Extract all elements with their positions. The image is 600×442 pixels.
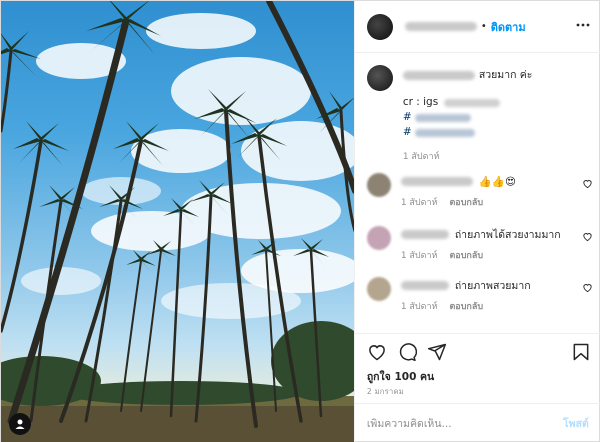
post-header: • ติดตาม — [354, 1, 600, 53]
caption-author-avatar[interactable] — [366, 65, 393, 91]
author-username-redacted[interactable] — [404, 22, 477, 31]
author-avatar[interactable] — [366, 13, 393, 40]
comment-text: ถ่ายภาพสวยมาก — [454, 279, 531, 292]
tagged-user-badge[interactable] — [9, 413, 31, 435]
post-date: 2 มกราคม — [366, 387, 405, 396]
comment-input[interactable] — [366, 417, 527, 430]
comment-text: ถ่ายภาพได้สวยงามมาก — [454, 228, 561, 241]
commenter-username-redacted[interactable] — [400, 176, 473, 186]
more-options-icon[interactable] — [575, 17, 591, 33]
comment-item: 👍👍😍 1 สัปดาห์ ตอบกลับ — [366, 173, 593, 209]
post-photo[interactable] — [1, 1, 354, 442]
action-bar — [367, 342, 447, 362]
comment-text: 👍👍😍 — [478, 175, 516, 188]
post-comment-button[interactable]: โพสต์ — [563, 415, 589, 432]
reply-button[interactable]: ตอบกลับ — [449, 248, 483, 262]
caption-credit: cr : igs — [402, 96, 439, 108]
palm-trees-photo — [1, 1, 354, 442]
post-caption: สวยมาก ค่ะ cr : igs # # 1 สัปดาห์ — [366, 65, 593, 165]
hashtag-1-redacted[interactable] — [414, 113, 471, 122]
comment-item: ถ่ายภาพสวยมาก 1 สัปดาห์ ตอบกลับ — [366, 277, 593, 313]
hashtag-link-2[interactable]: # — [403, 125, 412, 140]
comment-time[interactable]: 1 สัปดาห์ — [401, 299, 438, 313]
reply-button[interactable]: ตอบกลับ — [449, 299, 483, 313]
comment-time[interactable]: 1 สัปดาห์ — [401, 248, 438, 262]
commenter-avatar[interactable] — [366, 226, 391, 250]
follow-button[interactable]: ติดตาม — [491, 18, 526, 36]
caption-username-redacted[interactable] — [402, 70, 475, 80]
separator-dot: • — [480, 21, 487, 32]
caption-text: สวยมาก ค่ะ — [478, 68, 533, 81]
user-icon — [15, 419, 25, 429]
share-icon[interactable] — [427, 342, 447, 362]
add-comment-bar: โพสต์ — [354, 403, 600, 442]
commenter-avatar[interactable] — [366, 173, 391, 197]
credit-redacted — [444, 98, 501, 107]
like-comment-heart-icon[interactable] — [582, 231, 593, 242]
commenter-avatar[interactable] — [366, 277, 391, 301]
instagram-post: • ติดตาม สวยมาก ค่ะ cr : igs # # 1 สัปดา… — [0, 0, 600, 442]
reply-button[interactable]: ตอบกลับ — [449, 195, 483, 209]
caption-time[interactable]: 1 สัปดาห์ — [403, 150, 533, 165]
like-comment-heart-icon[interactable] — [582, 282, 593, 293]
comment-time[interactable]: 1 สัปดาห์ — [401, 195, 438, 209]
hashtag-2-redacted[interactable] — [414, 128, 475, 137]
post-actions-area: ถูกใจ 100 คน 2 มกราคม — [354, 333, 600, 403]
bookmark-icon[interactable] — [571, 342, 591, 362]
commenter-username-redacted[interactable] — [400, 229, 449, 239]
comment-item: ถ่ายภาพได้สวยงามมาก 1 สัปดาห์ ตอบกลับ — [366, 226, 593, 262]
comment-icon[interactable] — [397, 342, 417, 362]
heart-icon[interactable] — [367, 342, 387, 362]
likes-count[interactable]: ถูกใจ 100 คน — [367, 368, 434, 385]
post-side-panel: • ติดตาม สวยมาก ค่ะ cr : igs # # 1 สัปดา… — [353, 1, 600, 442]
commenter-username-redacted[interactable] — [400, 280, 449, 290]
hashtag-link-1[interactable]: # — [403, 110, 412, 125]
like-comment-heart-icon[interactable] — [582, 178, 593, 189]
